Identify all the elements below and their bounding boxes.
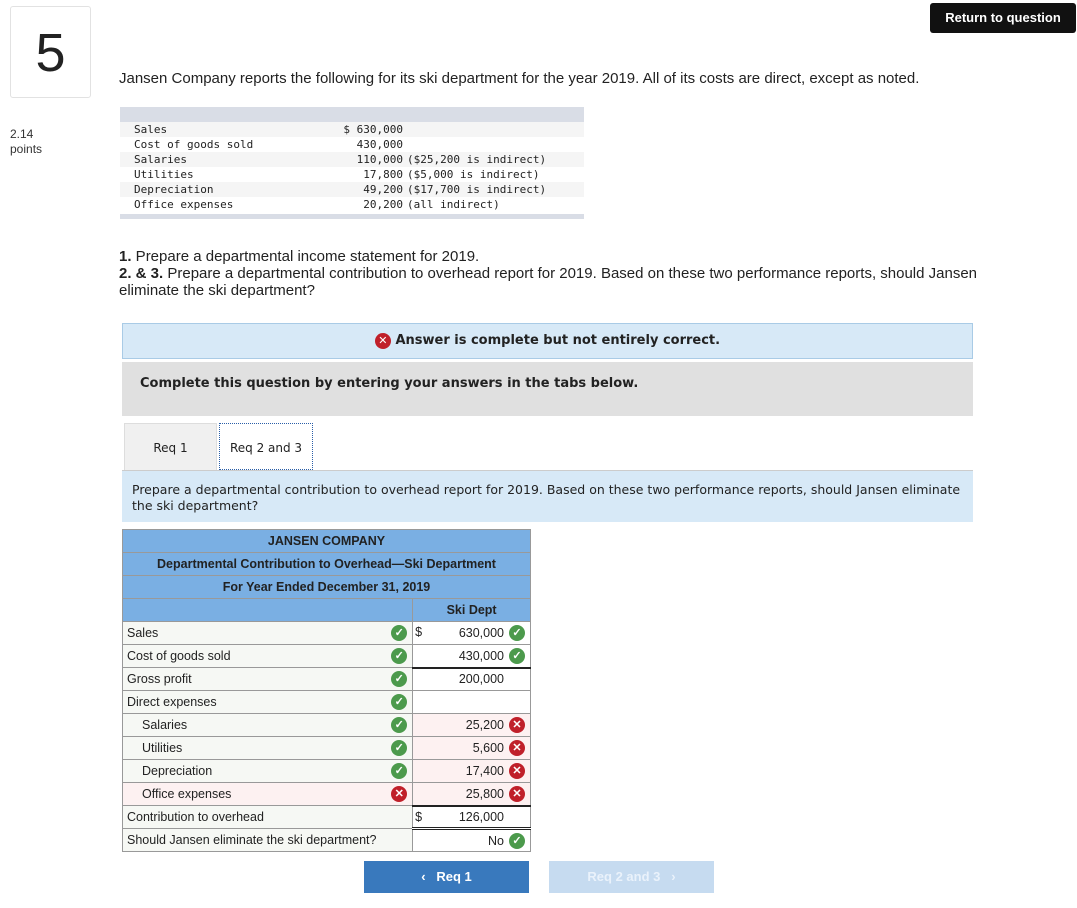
given-row: Cost of goods sold 430,000 xyxy=(120,137,584,152)
given-value: 20,200 xyxy=(363,198,403,211)
given-row: Salaries 110,000 ($25,200 is indirect) xyxy=(120,152,584,167)
incorrect-icon: ✕ xyxy=(509,717,525,733)
given-data-table: Sales $ 630,000 Cost of goods sold 430,000 S… xyxy=(120,107,584,219)
return-to-question-button[interactable]: Return to question xyxy=(930,3,1076,33)
given-label: Utilities xyxy=(134,168,194,181)
given-value: 17,800 xyxy=(363,168,403,181)
report-row: Direct expenses ✓ xyxy=(121,690,531,714)
check-icon: ✓ xyxy=(509,625,525,641)
given-note xyxy=(403,137,407,152)
given-row: Depreciation 49,200 ($17,700 is indirect) xyxy=(120,182,584,197)
check-icon: ✓ xyxy=(391,671,408,687)
given-label: Office expenses xyxy=(134,198,234,211)
check-icon: ✓ xyxy=(391,763,408,779)
given-note: ($5,000 is indirect) xyxy=(407,168,540,181)
row-label-select[interactable]: Cost of goods sold ✓ xyxy=(121,644,414,668)
report-row: Utilities ✓ 5,600 ✕ xyxy=(121,736,531,760)
row-value-input[interactable]: 25,200 ✕ xyxy=(412,713,531,737)
row-label-select[interactable]: Should Jansen eliminate the ski departme… xyxy=(121,828,414,852)
check-icon: ✓ xyxy=(391,717,408,733)
column-header-ski-dept: Ski Dept xyxy=(412,598,531,622)
row-value-input[interactable] xyxy=(412,690,531,714)
report-row: Gross profit ✓ 200,000 xyxy=(121,666,531,691)
given-value: 430,000 xyxy=(356,138,403,151)
row-label-select[interactable]: Gross profit ✓ xyxy=(121,667,414,691)
report-row: Should Jansen eliminate the ski departme… xyxy=(121,827,531,852)
report-row: Cost of goods sold ✓ 430,000 ✓ xyxy=(121,644,531,668)
check-icon: ✓ xyxy=(391,740,408,756)
report-row: Contribution to overhead $126,000 xyxy=(121,804,531,829)
report-row: Salaries ✓ 25,200 ✕ xyxy=(121,713,531,737)
report-row: Sales ✓ $630,000 ✓ xyxy=(121,621,531,645)
tab-req-1[interactable]: Req 1 xyxy=(124,423,217,471)
questions: 1. Prepare a departmental income stateme… xyxy=(119,248,1039,299)
given-row: Utilities 17,800 ($5,000 is indirect) xyxy=(120,167,584,182)
given-row: Office expenses 20,200 (all indirect) xyxy=(120,197,584,212)
question-2-3: 2. & 3. Prepare a departmental contribut… xyxy=(119,265,978,299)
row-label-select[interactable]: Depreciation ✓ xyxy=(121,759,414,783)
report-row: Office expenses ✕ 25,800 ✕ xyxy=(121,782,531,806)
row-label-select[interactable]: Utilities ✓ xyxy=(121,736,414,760)
row-value-input[interactable]: 25,800 ✕ xyxy=(412,782,531,806)
row-value-input[interactable]: 5,600 ✕ xyxy=(412,736,531,760)
incorrect-icon: ✕ xyxy=(509,786,525,802)
incorrect-icon: ✕ xyxy=(391,786,408,802)
row-value-input[interactable]: 200,000 xyxy=(412,666,531,691)
check-icon: ✓ xyxy=(509,648,525,664)
next-req-2-and-3-button[interactable]: Req 2 and 3 › xyxy=(549,861,714,893)
row-value-input[interactable]: $630,000 ✓ xyxy=(412,621,531,645)
given-value: 110,000 xyxy=(356,153,403,166)
points-label: points xyxy=(10,142,43,156)
row-value-input[interactable]: 17,400 ✕ xyxy=(412,759,531,783)
given-note: ($25,200 is indirect) xyxy=(407,153,547,166)
incorrect-icon: ✕ xyxy=(509,740,525,756)
report-period: For Year Ended December 31, 2019 xyxy=(122,575,531,599)
given-row: Sales $ 630,000 xyxy=(120,122,584,137)
points: 2.14 points xyxy=(10,127,42,157)
row-value-input[interactable]: $126,000 xyxy=(412,804,531,829)
tab-instruction: Prepare a departmental contribution to o… xyxy=(122,471,973,522)
row-label-select[interactable]: Contribution to overhead xyxy=(121,805,414,829)
given-note xyxy=(403,122,407,137)
answer-status-banner: ✕ Answer is complete but not entirely co… xyxy=(122,323,973,359)
report-title: Departmental Contribution to Overhead—Sk… xyxy=(122,552,531,576)
intro-text: Jansen Company reports the following for… xyxy=(119,70,920,87)
given-value: 49,200 xyxy=(363,183,403,196)
check-icon: ✓ xyxy=(509,833,525,849)
given-label: Salaries xyxy=(134,153,187,166)
incorrect-icon: ✕ xyxy=(509,763,525,779)
contribution-report-table: JANSEN COMPANY Departmental Contribution… xyxy=(121,529,531,852)
check-icon: ✓ xyxy=(391,648,408,664)
row-label-select[interactable]: Direct expenses ✓ xyxy=(121,690,414,714)
row-value-input[interactable]: 430,000 ✓ xyxy=(412,644,531,668)
given-note: (all indirect) xyxy=(407,198,500,211)
row-label-select[interactable]: Office expenses ✕ xyxy=(121,782,414,806)
row-label-select[interactable]: Sales ✓ xyxy=(121,621,414,645)
incorrect-icon: ✕ xyxy=(374,332,391,349)
question-number: 5 xyxy=(10,6,91,98)
given-label: Cost of goods sold xyxy=(134,138,254,151)
instruction-box: Complete this question by entering your … xyxy=(122,362,973,416)
report-row: Depreciation ✓ 17,400 ✕ xyxy=(121,759,531,783)
check-icon: ✓ xyxy=(391,694,408,710)
row-value-input[interactable]: No ✓ xyxy=(412,827,531,852)
given-label: Depreciation xyxy=(134,183,214,196)
points-value: 2.14 xyxy=(10,127,34,141)
given-label: Sales xyxy=(134,123,168,136)
given-value: $ 630,000 xyxy=(343,123,403,136)
check-icon: ✓ xyxy=(391,625,408,641)
tab-req-2-and-3[interactable]: Req 2 and 3 xyxy=(219,423,313,470)
report-company: JANSEN COMPANY xyxy=(122,529,531,553)
given-note: ($17,700 is indirect) xyxy=(407,183,547,196)
row-label-select[interactable]: Salaries ✓ xyxy=(121,713,414,737)
question-1: 1. Prepare a departmental income stateme… xyxy=(119,248,480,265)
prev-req-1-button[interactable]: ‹ Req 1 xyxy=(364,861,529,893)
